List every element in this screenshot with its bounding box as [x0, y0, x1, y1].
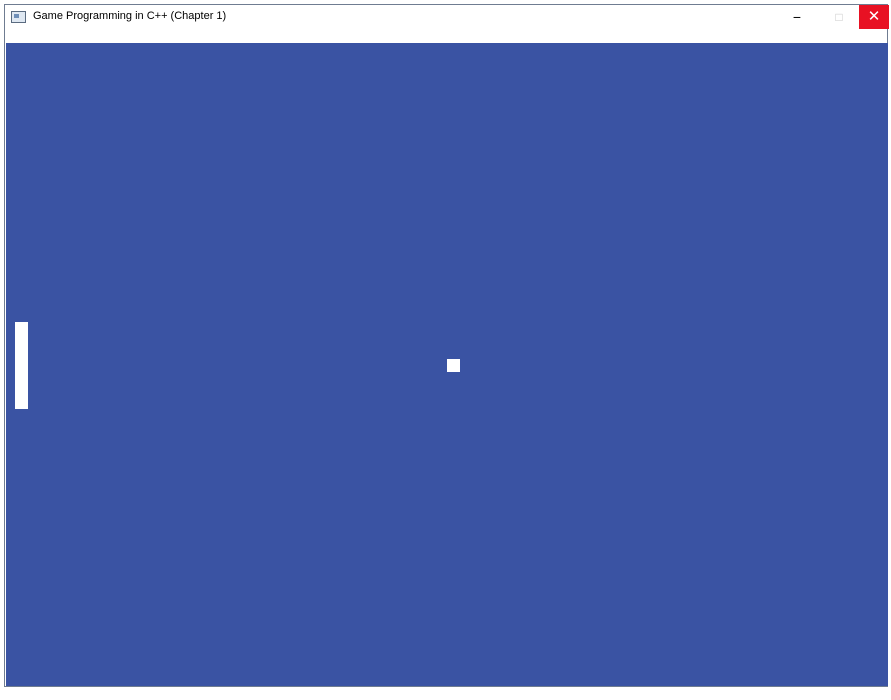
close-button[interactable]: ✕: [859, 5, 889, 29]
ball: [447, 359, 460, 372]
paddle: [15, 322, 28, 409]
game-playfield[interactable]: [6, 43, 888, 686]
game-window: Game Programming in C++ (Chapter 1) − □ …: [4, 4, 889, 687]
app-window-icon: [11, 11, 26, 23]
window-title: Game Programming in C++ (Chapter 1): [33, 10, 227, 22]
minimize-button[interactable]: −: [777, 5, 817, 29]
maximize-button[interactable]: □: [819, 5, 859, 29]
title-bar[interactable]: Game Programming in C++ (Chapter 1) − □ …: [5, 5, 889, 43]
